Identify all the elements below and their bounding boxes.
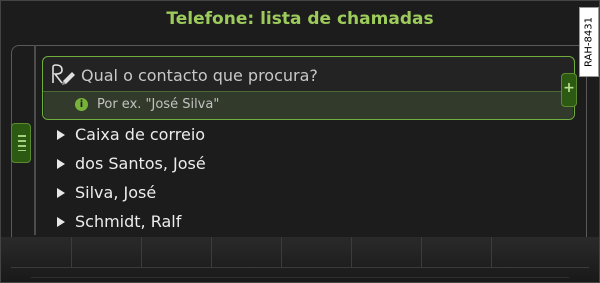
decorative-floor: [1, 237, 599, 282]
list-item-contact[interactable]: Silva, José: [57, 181, 457, 209]
search-input[interactable]: [81, 64, 544, 86]
play-arrow-icon: [57, 217, 65, 227]
menu-handle[interactable]: [11, 123, 31, 163]
list-item-mailbox[interactable]: Caixa de correio: [57, 123, 457, 151]
play-arrow-icon: [57, 130, 65, 140]
figure-reference-label: RAH-8431: [579, 7, 599, 77]
play-arrow-icon: [57, 188, 65, 198]
plus-icon: +: [563, 80, 575, 96]
list-item-label: Caixa de correio: [75, 125, 206, 144]
play-arrow-icon: [57, 159, 65, 169]
handwriting-input-icon: [52, 64, 75, 85]
info-icon: i: [75, 98, 88, 111]
menu-lines-icon: [18, 135, 26, 151]
search-divider: [43, 91, 574, 92]
add-button[interactable]: +: [561, 73, 577, 107]
list-item-label: Schmidt, Ralf: [75, 212, 182, 231]
search-hint: Por ex. "José Silva": [97, 97, 220, 112]
list-item-label: Silva, José: [75, 183, 157, 202]
page-title: Telefone: lista de chamadas: [166, 9, 434, 29]
left-rail: [34, 45, 36, 235]
list-item-contact[interactable]: dos Santos, José: [57, 152, 457, 180]
search-box[interactable]: i Por ex. "José Silva": [42, 56, 575, 120]
list-item-label: dos Santos, José: [75, 154, 206, 173]
list-item-contact[interactable]: Schmidt, Ralf: [57, 210, 457, 238]
infotainment-screen: Telefone: lista de chamadas i Por ex. "J…: [0, 0, 600, 283]
figure-reference-text: RAH-8431: [583, 17, 595, 67]
